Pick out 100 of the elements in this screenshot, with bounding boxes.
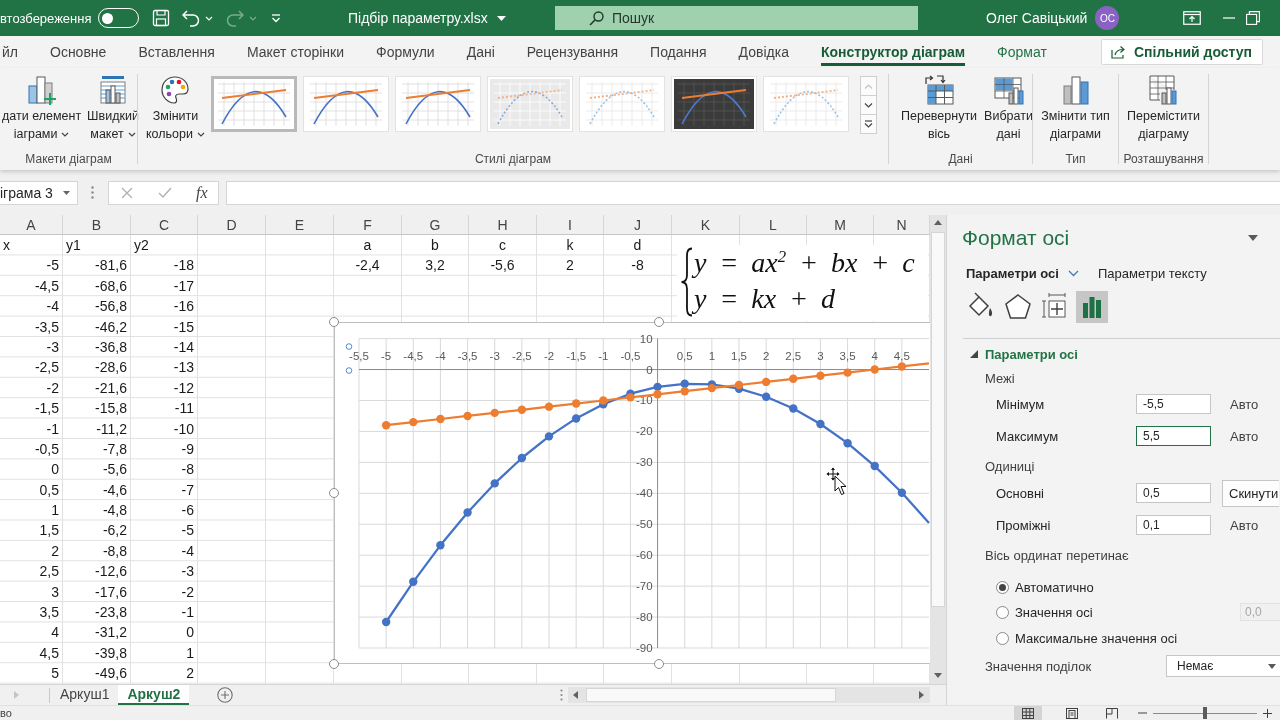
ribbon-tab[interactable]: Макет сторінки xyxy=(246,38,344,66)
formula-input[interactable] xyxy=(226,180,1280,205)
ribbon-button[interactable]: Змінити тип діаграми xyxy=(1039,74,1112,142)
ribbon-tab[interactable]: Дані xyxy=(466,38,495,66)
column-header[interactable]: E xyxy=(266,215,334,235)
ribbon-button[interactable]: Перевернути вісь xyxy=(899,74,980,142)
ribbon-tab[interactable]: Рецензування xyxy=(526,38,619,66)
ribbon-display-icon[interactable] xyxy=(1183,11,1202,25)
sheet-tab[interactable]: Аркуш1 xyxy=(51,685,119,705)
caret-down-icon xyxy=(1268,663,1276,669)
column-header[interactable]: N xyxy=(874,215,930,235)
number-field[interactable]: 0,1 xyxy=(1136,515,1211,535)
pane-tab[interactable]: Параметри тексту xyxy=(1097,265,1207,281)
column-header[interactable]: K xyxy=(672,215,740,235)
arrow-left-icon[interactable] xyxy=(573,691,578,699)
ribbon-tab[interactable]: Вставлення xyxy=(138,38,215,66)
reset-button[interactable]: Скинути xyxy=(1222,479,1279,507)
resize-handle[interactable] xyxy=(329,317,339,327)
ribbon-button[interactable]: Змінити кольори xyxy=(144,74,207,142)
field-label: Максимум xyxy=(996,428,1060,444)
table-cell-text: c xyxy=(498,236,507,255)
search-field[interactable]: Пошук xyxy=(555,6,918,30)
pane-tab[interactable]: Параметри осі xyxy=(966,265,1079,281)
dropdown[interactable]: Немає xyxy=(1166,655,1280,677)
expand-triangle-icon[interactable] xyxy=(970,350,978,358)
column-header[interactable]: I xyxy=(537,215,604,235)
column-header[interactable]: A xyxy=(0,215,63,235)
selection-handle[interactable] xyxy=(345,367,353,374)
name-box[interactable]: іграма 3 xyxy=(0,180,78,205)
table-cell-text: 2 xyxy=(565,256,575,276)
resize-handle[interactable] xyxy=(654,317,664,327)
column-header[interactable]: M xyxy=(807,215,874,235)
restore-icon[interactable] xyxy=(1246,11,1261,25)
gallery-more-button[interactable] xyxy=(860,114,877,134)
file-name[interactable]: Підбір параметру.xlsx xyxy=(348,10,488,26)
ribbon-button[interactable]: Швидкий макет xyxy=(85,74,141,142)
caret-down-icon[interactable] xyxy=(496,15,506,21)
move-cursor-icon xyxy=(826,467,849,496)
number-field[interactable]: 0,5 xyxy=(1136,483,1211,503)
gallery-down-button[interactable] xyxy=(860,95,877,115)
column-header[interactable]: B xyxy=(63,215,131,235)
undo-icon[interactable] xyxy=(180,9,201,27)
avatar[interactable]: ОС xyxy=(1095,6,1120,30)
arrow-up-icon[interactable] xyxy=(934,220,942,225)
view-button[interactable] xyxy=(1014,706,1042,720)
sheet-tab[interactable]: Аркуш2 xyxy=(118,685,190,705)
tick-label: -80 xyxy=(635,611,653,624)
tick-label: -90 xyxy=(635,642,653,654)
ribbon-tab[interactable]: Формули xyxy=(376,38,435,66)
field-label: Проміжні xyxy=(996,517,1052,533)
radio-button[interactable] xyxy=(996,605,1009,619)
column-header[interactable]: J xyxy=(604,215,672,235)
resize-handle[interactable] xyxy=(654,659,664,669)
column-header[interactable]: L xyxy=(740,215,807,235)
column-header[interactable]: C xyxy=(131,215,198,235)
radio-button[interactable] xyxy=(996,580,1009,594)
ribbon-tab[interactable]: Довідка xyxy=(738,38,789,66)
column-header[interactable]: F xyxy=(334,215,402,235)
save-icon[interactable] xyxy=(151,9,170,27)
grip-icon xyxy=(560,689,563,701)
arrow-down-icon[interactable] xyxy=(934,673,942,678)
ribbon-button[interactable]: Перемістити діаграму xyxy=(1125,74,1202,142)
ribbon-button[interactable]: Вибрати дані xyxy=(982,74,1035,142)
resize-handle[interactable] xyxy=(329,488,339,498)
arrow-right-icon[interactable] xyxy=(919,691,924,699)
selection-handle[interactable] xyxy=(345,343,353,350)
radio-button[interactable] xyxy=(996,631,1009,645)
column-header[interactable]: G xyxy=(402,215,469,235)
grip-icon xyxy=(91,186,94,199)
y-axis[interactable] xyxy=(657,338,659,649)
table-cell-text: -3 xyxy=(180,562,195,582)
auto-label: Авто xyxy=(1230,517,1259,533)
section-title[interactable]: Параметри осі xyxy=(985,346,1078,362)
plus-icon[interactable] xyxy=(1263,708,1272,718)
plus-circle-icon[interactable] xyxy=(217,687,234,703)
scroll-thumb[interactable] xyxy=(931,232,945,607)
slider-thumb[interactable] xyxy=(1203,707,1207,719)
bar-chart-icon[interactable] xyxy=(1076,291,1108,323)
user-name[interactable]: Олег Савіцький xyxy=(986,10,1088,26)
ribbon-tab[interactable]: Формат xyxy=(997,38,1047,66)
insert-function-button[interactable]: fx xyxy=(196,183,208,202)
chart-style-option[interactable] xyxy=(671,76,757,132)
caret-down-icon[interactable] xyxy=(1248,235,1258,241)
ribbon-tab[interactable]: Подання xyxy=(650,38,707,66)
table-cell-text: 2 xyxy=(50,541,60,561)
customize-icon[interactable] xyxy=(270,13,281,23)
ribbon-tab[interactable]: йл xyxy=(2,38,18,66)
scroll-thumb[interactable] xyxy=(586,688,836,702)
table-cell-text: -12,6 xyxy=(94,562,128,582)
x-axis[interactable] xyxy=(358,369,930,371)
resize-handle[interactable] xyxy=(329,659,339,669)
share-button[interactable]: Спільний доступ xyxy=(1101,39,1263,65)
column-header[interactable]: H xyxy=(469,215,537,235)
ribbon-tab[interactable]: Основне xyxy=(50,38,107,66)
ribbon-button[interactable]: дати елемент іаграми xyxy=(0,74,84,142)
number-field[interactable]: -5,5 xyxy=(1136,394,1211,414)
table-cell-text: -2 xyxy=(45,378,60,398)
number-field[interactable]: 5,5 xyxy=(1136,426,1211,446)
minimize-icon[interactable] xyxy=(1223,17,1236,19)
column-header[interactable]: D xyxy=(198,215,266,235)
